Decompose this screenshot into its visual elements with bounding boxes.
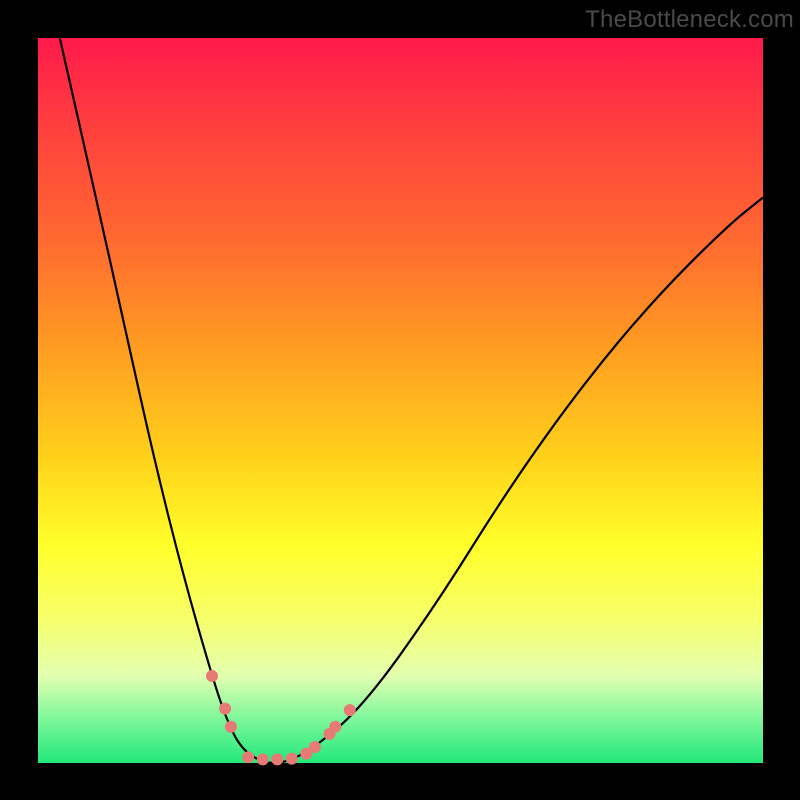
bottleneck-curve [60,38,763,763]
curve-marker [242,751,254,763]
curve-marker [225,721,237,733]
curve-marker [257,753,269,765]
curve-marker [309,741,321,753]
curve-marker [219,703,231,715]
bottleneck-curve-path [60,38,763,763]
plot-area [38,38,763,763]
curve-marker [271,753,283,765]
curve-marker [286,753,298,765]
curve-markers [206,670,356,765]
curve-layer [38,38,763,763]
chart-container: TheBottleneck.com [0,0,800,800]
curve-marker [329,721,341,733]
curve-marker [206,670,218,682]
curve-marker [344,704,356,716]
watermark-text: TheBottleneck.com [585,6,794,34]
